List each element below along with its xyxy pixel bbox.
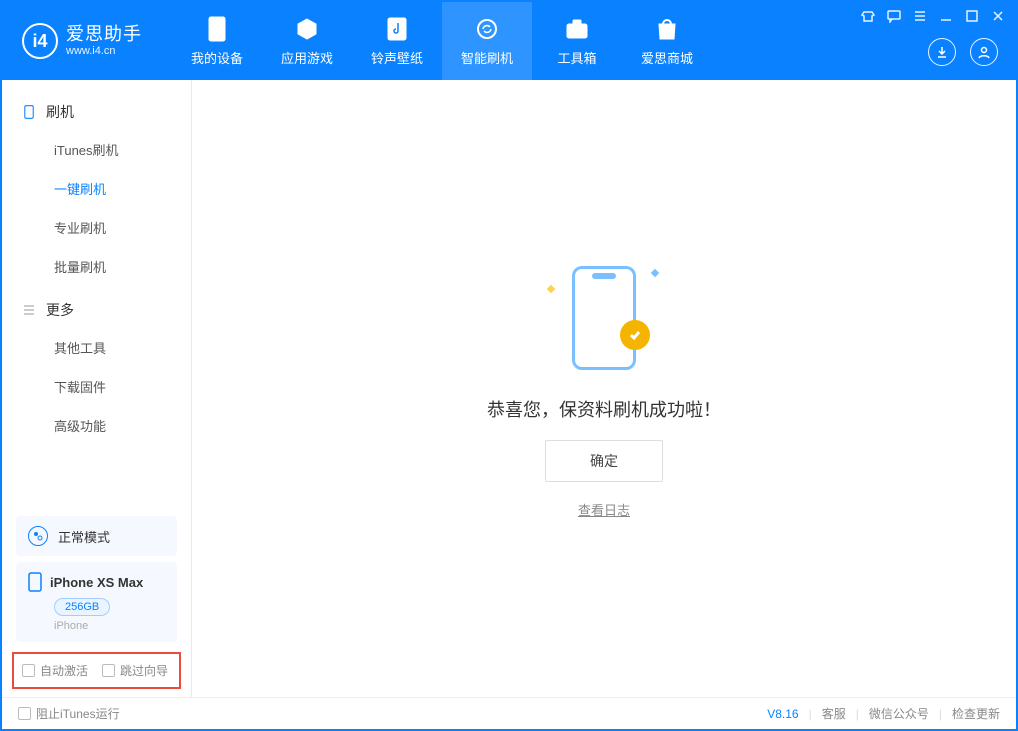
nav-label: 应用游戏: [281, 48, 333, 67]
app-header: i4 爱思助手 www.i4.cn 我的设备 应用游戏 铃声壁纸 智能刷机 工具…: [2, 2, 1016, 80]
ok-button[interactable]: 确定: [545, 440, 663, 482]
top-nav: 我的设备 应用游戏 铃声壁纸 智能刷机 工具箱 爱思商城: [172, 2, 712, 80]
nav-toolbox[interactable]: 工具箱: [532, 2, 622, 80]
mode-label: 正常模式: [58, 527, 110, 546]
minimize-icon[interactable]: [938, 8, 954, 24]
wechat-link[interactable]: 微信公众号: [869, 705, 929, 722]
check-update-link[interactable]: 检查更新: [952, 705, 1000, 722]
maximize-icon[interactable]: [964, 8, 980, 24]
sidebar-item-batch-flash[interactable]: 批量刷机: [2, 247, 191, 286]
user-icon[interactable]: [970, 38, 998, 66]
device-mode-card[interactable]: 正常模式: [16, 516, 177, 556]
nav-label: 智能刷机: [461, 48, 513, 67]
nav-store[interactable]: 爱思商城: [622, 2, 712, 80]
status-bar: 阻止iTunes运行 V8.16 | 客服 | 微信公众号 | 检查更新: [2, 697, 1016, 729]
support-link[interactable]: 客服: [822, 705, 846, 722]
bag-icon: [654, 16, 680, 42]
sidebar-item-pro-flash[interactable]: 专业刷机: [2, 208, 191, 247]
main-content: 恭喜您，保资料刷机成功啦！ 确定 查看日志: [192, 80, 1016, 697]
nav-label: 爱思商城: [641, 48, 693, 67]
nav-flash[interactable]: 智能刷机: [442, 2, 532, 80]
nav-apps[interactable]: 应用游戏: [262, 2, 352, 80]
skin-icon[interactable]: [860, 8, 876, 24]
logo: i4 爱思助手 www.i4.cn: [22, 23, 142, 59]
cube-icon: [294, 16, 320, 42]
toolbox-icon: [564, 16, 590, 42]
block-itunes-checkbox[interactable]: 阻止iTunes运行: [18, 705, 120, 722]
menu-icon[interactable]: [912, 8, 928, 24]
logo-icon: i4: [22, 23, 58, 59]
feedback-icon[interactable]: [886, 8, 902, 24]
device-card[interactable]: iPhone XS Max 256GB iPhone: [16, 562, 177, 642]
nav-ringtones[interactable]: 铃声壁纸: [352, 2, 442, 80]
sidebar: 刷机 iTunes刷机 一键刷机 专业刷机 批量刷机 更多 其他工具 下载固件 …: [2, 80, 192, 697]
device-icon: [28, 572, 42, 592]
header-actions: [928, 38, 998, 66]
app-title: 爱思助手: [66, 24, 142, 46]
app-subtitle: www.i4.cn: [66, 45, 142, 58]
sidebar-section-flash: 刷机: [2, 94, 191, 130]
nav-label: 铃声壁纸: [371, 48, 423, 67]
version-label[interactable]: V8.16: [767, 707, 798, 721]
phone-icon: [204, 16, 230, 42]
sidebar-item-oneclick-flash[interactable]: 一键刷机: [2, 169, 191, 208]
close-icon[interactable]: [990, 8, 1006, 24]
device-capacity-badge: 256GB: [54, 598, 110, 616]
skip-guide-checkbox[interactable]: 跳过向导: [102, 662, 168, 679]
auto-activate-checkbox[interactable]: 自动激活: [22, 662, 88, 679]
device-name: iPhone XS Max: [50, 575, 143, 590]
success-message: 恭喜您，保资料刷机成功啦！: [487, 396, 721, 422]
refresh-shield-icon: [474, 16, 500, 42]
nav-label: 工具箱: [557, 48, 596, 67]
sidebar-item-itunes-flash[interactable]: iTunes刷机: [2, 130, 191, 169]
sidebar-item-advanced[interactable]: 高级功能: [2, 406, 191, 445]
window-controls: [860, 8, 1006, 24]
highlighted-options: 自动激活 跳过向导: [12, 652, 181, 689]
view-log-link[interactable]: 查看日志: [578, 500, 630, 519]
sidebar-item-download-firmware[interactable]: 下载固件: [2, 367, 191, 406]
sidebar-section-title: 刷机: [46, 102, 74, 122]
download-icon[interactable]: [928, 38, 956, 66]
nav-my-device[interactable]: 我的设备: [172, 2, 262, 80]
nav-label: 我的设备: [191, 48, 243, 67]
success-illustration: [544, 258, 664, 378]
sidebar-item-other-tools[interactable]: 其他工具: [2, 328, 191, 367]
check-icon: [620, 320, 650, 350]
mode-icon: [28, 526, 48, 546]
sidebar-section-title: 更多: [46, 300, 74, 320]
sidebar-section-more: 更多: [2, 292, 191, 328]
music-file-icon: [384, 16, 410, 42]
device-type: iPhone: [54, 620, 165, 632]
